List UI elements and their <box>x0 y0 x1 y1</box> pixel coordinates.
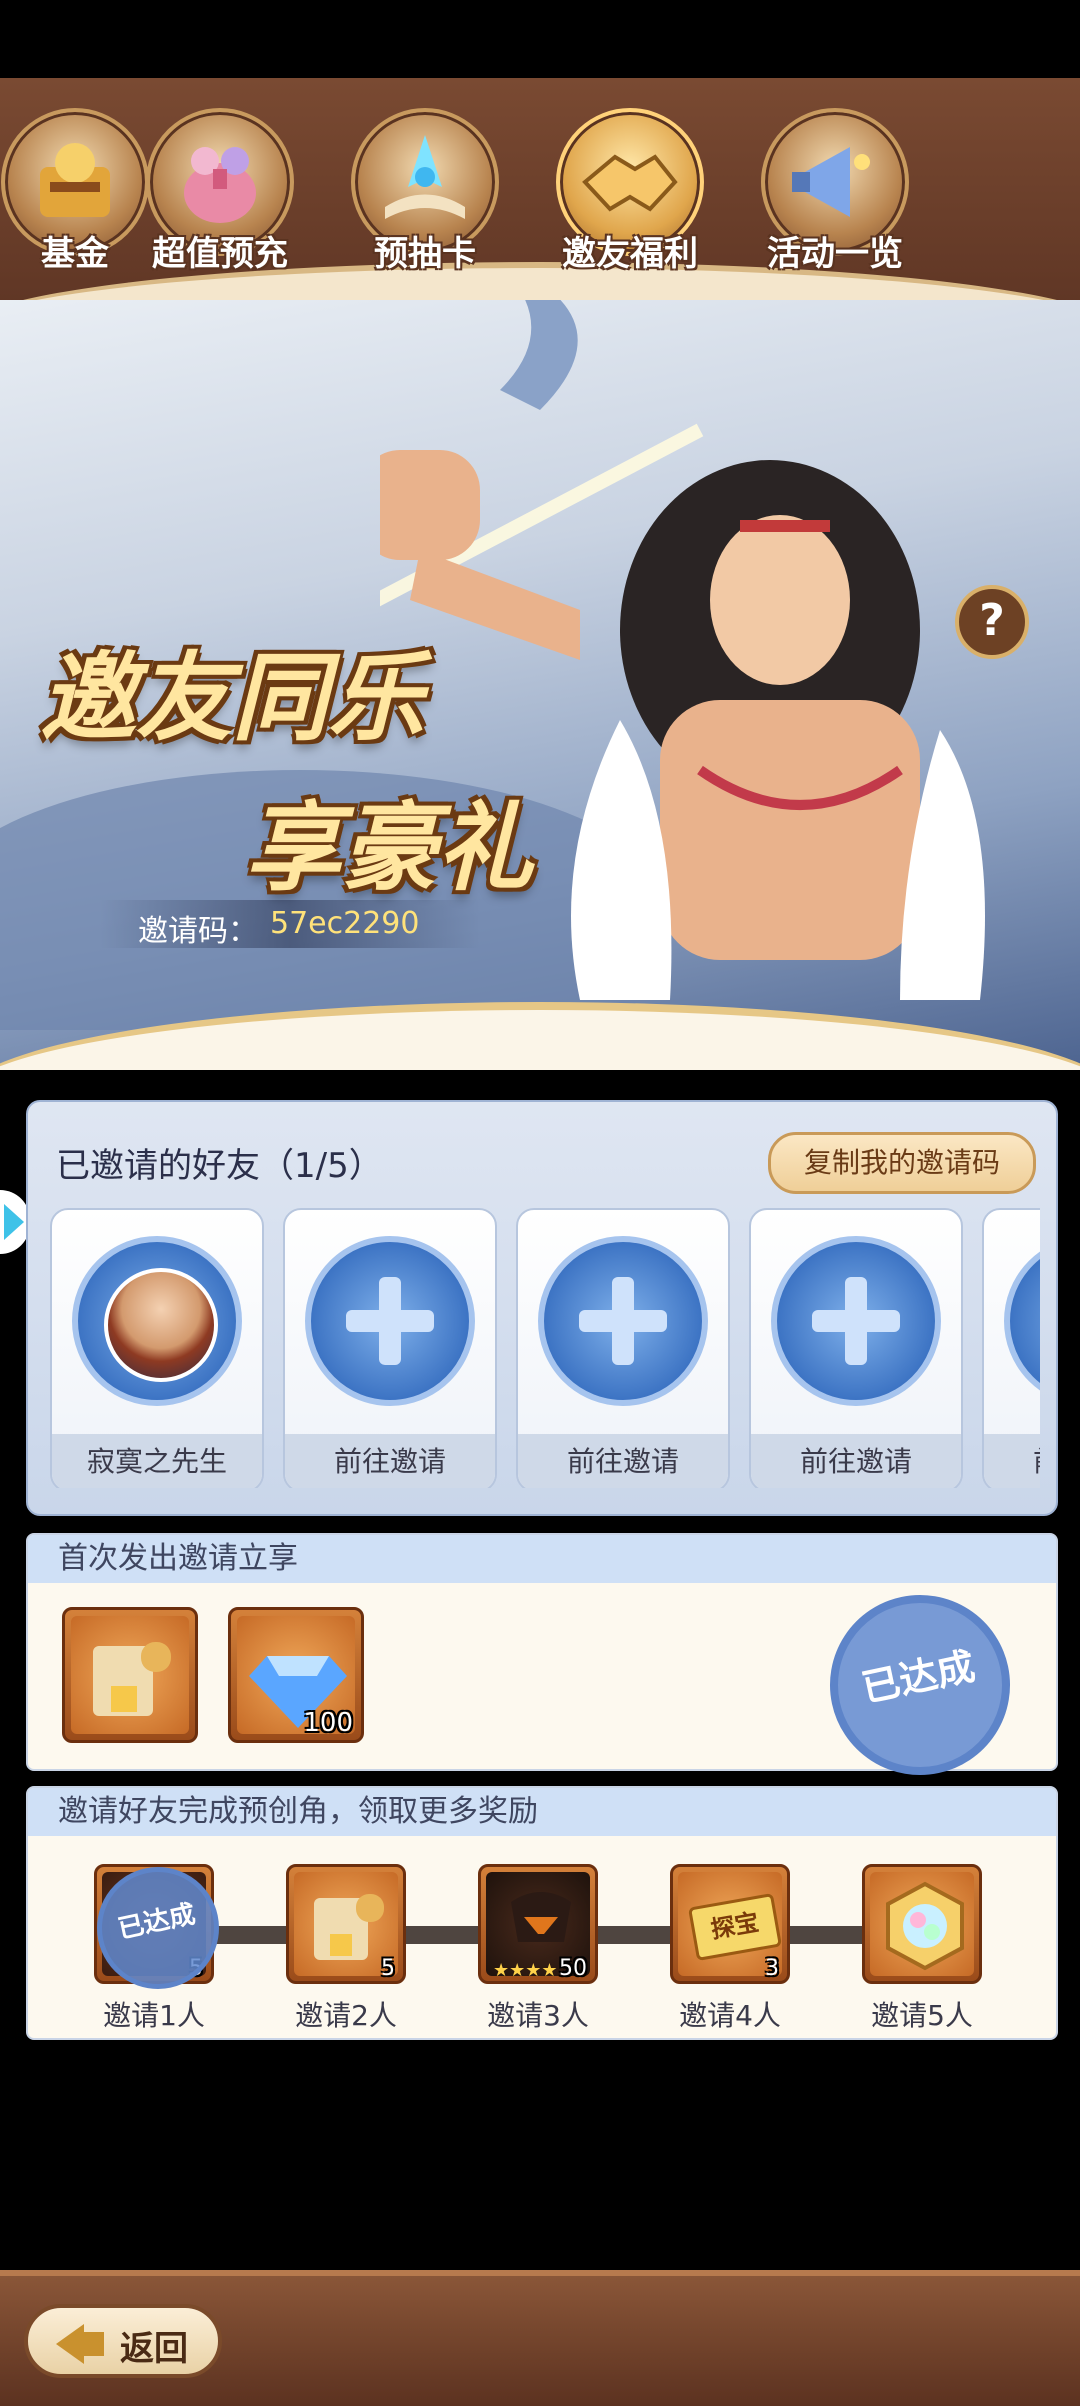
tab-pre-draw[interactable]: 预抽卡 <box>340 108 510 274</box>
reward-item[interactable] <box>62 1607 198 1743</box>
go-invite-label: 前往邀请 <box>984 1434 1040 1488</box>
reward-quantity: 5 <box>381 1956 395 1981</box>
star-rating: ★★★★ <box>493 1960 558 1981</box>
reward-item[interactable]: 100 <box>228 1607 364 1743</box>
tab-label: 超值预充 <box>152 234 288 274</box>
progress-step-label: 邀请1人 <box>103 1999 205 2032</box>
ticket-text: 探宝 <box>687 1892 783 1962</box>
invite-code-value: 57ec2290 <box>270 906 420 941</box>
invite-slot[interactable]: 前往邀请 <box>516 1208 730 1488</box>
invited-friends-panel: 已邀请的好友（1/5） 复制我的邀请码 寂寞之先生 前往邀请 前往邀请 前往邀请… <box>26 1100 1058 1516</box>
plus-icon <box>305 1236 475 1406</box>
first-invite-reward-box: 首次发出邀请立享 100 已达成 <box>26 1533 1058 1792</box>
invite-code-row: 邀请码： 57ec2290 <box>100 900 480 949</box>
progress-step-label: 邀请4人 <box>679 1999 781 2032</box>
plus-icon <box>538 1236 708 1406</box>
progress-step-label: 邀请3人 <box>487 1999 589 2032</box>
progress-reward-item[interactable]: 5 已达成 <box>85 1855 231 2001</box>
progress-reward-item[interactable]: 探宝 3 <box>670 1864 790 1984</box>
help-button[interactable]: ? <box>955 585 1029 659</box>
reward-quantity: 50 <box>559 1956 587 1981</box>
copy-invite-code-button[interactable]: 复制我的邀请码 <box>768 1132 1036 1194</box>
achieved-stamp: 已达成 <box>813 1578 1027 1792</box>
invite-progress-box: 邀请好友完成预创角，领取更多奖励 5 已达成 5 ★★★★ 50 探宝 3 邀请… <box>26 1786 1058 2040</box>
progress-step-label: 邀请5人 <box>871 1999 973 2032</box>
friend-name: 寂寞之先生 <box>52 1434 262 1488</box>
bottom-bar: 返回 <box>0 2270 1080 2406</box>
rainbow-gem-icon <box>870 1872 974 1976</box>
arrow-right-icon <box>4 1204 24 1240</box>
invite-code-label: 邀请码： <box>138 914 258 949</box>
back-label: 返回 <box>120 2329 188 2369</box>
progress-reward-item[interactable] <box>862 1864 982 1984</box>
tab-value-recharge[interactable]: 超值预充 <box>135 108 305 274</box>
tab-label: 预抽卡 <box>374 234 476 274</box>
tab-activity-overview[interactable]: 活动一览 <box>750 108 920 274</box>
invited-friends-title: 已邀请的好友（1/5） <box>56 1146 383 1186</box>
activity-tab-bar: 基金 超值预充 预抽卡 邀友福利 活动一览 <box>0 78 1080 318</box>
reward-quantity: 3 <box>765 1956 779 1981</box>
tab-label: 邀友福利 <box>562 234 698 274</box>
progress-reward-item[interactable]: ★★★★ 50 <box>478 1864 598 1984</box>
progress-step-label: 邀请2人 <box>295 1999 397 2032</box>
banner-title-line1: 邀友同乐 <box>40 641 424 754</box>
go-invite-label: 前往邀请 <box>518 1434 728 1488</box>
first-invite-title: 首次发出邀请立享 <box>28 1535 1056 1583</box>
invite-progress-title: 邀请好友完成预创角，领取更多奖励 <box>28 1788 1056 1836</box>
go-invite-label: 前往邀请 <box>751 1434 961 1488</box>
progress-reward-item[interactable]: 5 <box>286 1864 406 1984</box>
hero-illustration <box>380 300 985 1000</box>
scroll-icon <box>71 1616 189 1734</box>
event-banner: 邀友同乐 享豪礼 邀请码： 57ec2290 ? <box>0 300 1080 1070</box>
plus-icon <box>1004 1236 1040 1406</box>
invite-slot[interactable]: 前往邀请 <box>749 1208 963 1488</box>
plus-icon <box>771 1236 941 1406</box>
friend-avatar-frame <box>72 1236 242 1406</box>
avatar <box>104 1268 218 1382</box>
invite-slot[interactable]: 前往邀请 <box>982 1208 1040 1488</box>
friend-slots: 寂寞之先生 前往邀请 前往邀请 前往邀请 前往邀请 <box>50 1208 1040 1488</box>
tab-label: 活动一览 <box>767 234 903 274</box>
reward-quantity: 100 <box>303 1708 353 1738</box>
back-arrow-icon <box>56 2324 84 2364</box>
go-invite-label: 前往邀请 <box>285 1434 495 1488</box>
banner-title-line2: 享豪礼 <box>245 791 533 904</box>
invite-slot[interactable]: 前往邀请 <box>283 1208 497 1488</box>
friend-slot[interactable]: 寂寞之先生 <box>50 1208 264 1488</box>
status-bar <box>0 0 1080 78</box>
back-button[interactable]: 返回 <box>24 2304 222 2378</box>
tab-invite-benefits[interactable]: 邀友福利 <box>545 108 715 274</box>
